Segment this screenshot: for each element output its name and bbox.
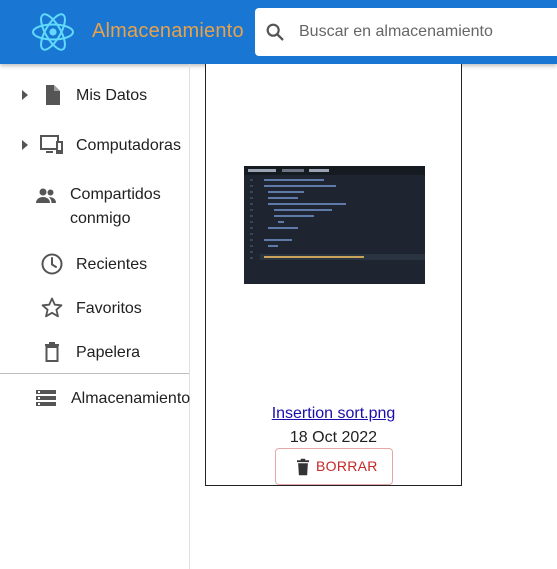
react-logo-icon bbox=[32, 13, 74, 51]
file-thumbnail[interactable] bbox=[244, 166, 425, 284]
search-icon bbox=[266, 23, 284, 41]
sidebar-item-compartidos[interactable]: Compartidos conmigo bbox=[0, 182, 189, 234]
sidebar-item-almacenamiento[interactable]: Almacenamiento bbox=[0, 383, 191, 413]
sidebar-item-recientes[interactable]: Recientes bbox=[0, 249, 189, 279]
file-name-link[interactable]: Insertion sort.png bbox=[206, 404, 461, 424]
sidebar-item-mis-datos[interactable]: Mis Datos bbox=[0, 80, 189, 110]
sidebar-item-computadoras[interactable]: Computadoras bbox=[0, 130, 189, 160]
trash-icon bbox=[297, 458, 309, 476]
search-input[interactable] bbox=[299, 20, 549, 44]
sidebar-item-label: Favoritos bbox=[76, 300, 142, 317]
trash-icon bbox=[45, 342, 59, 362]
sidebar-item-label: Recientes bbox=[76, 256, 148, 273]
sidebar-item-label: Papelera bbox=[76, 344, 141, 361]
sidebar-divider bbox=[0, 373, 189, 374]
delete-button[interactable]: BORRAR bbox=[275, 448, 393, 485]
app-title: Almacenamiento bbox=[92, 20, 244, 42]
delete-button-label: BORRAR bbox=[316, 458, 378, 474]
computer-icon bbox=[40, 135, 63, 154]
sidebar-item-label: Mis Datos bbox=[76, 87, 148, 104]
file-date: 18 Oct 2022 bbox=[289, 429, 378, 446]
search-box[interactable] bbox=[255, 8, 557, 56]
caret-right-icon[interactable] bbox=[20, 140, 30, 150]
sidebar: Mis Datos Computadoras Compartidos conmi… bbox=[0, 64, 190, 569]
clock-icon bbox=[41, 253, 63, 275]
sidebar-item-favoritos[interactable]: Favoritos bbox=[0, 293, 189, 323]
people-icon bbox=[36, 188, 56, 203]
sidebar-item-label: Compartidos conmigo bbox=[70, 186, 161, 227]
app-bar: Almacenamiento bbox=[0, 0, 557, 64]
file-card: Insertion sort.png 18 Oct 2022 BORRAR bbox=[205, 64, 462, 486]
storage-icon bbox=[36, 390, 56, 406]
file-icon bbox=[46, 85, 60, 105]
sidebar-item-label: Computadoras bbox=[76, 137, 181, 154]
sidebar-item-label: Almacenamiento bbox=[71, 390, 191, 407]
star-icon bbox=[41, 297, 63, 318]
sidebar-item-papelera[interactable]: Papelera bbox=[0, 337, 189, 367]
caret-right-icon[interactable] bbox=[20, 90, 30, 100]
